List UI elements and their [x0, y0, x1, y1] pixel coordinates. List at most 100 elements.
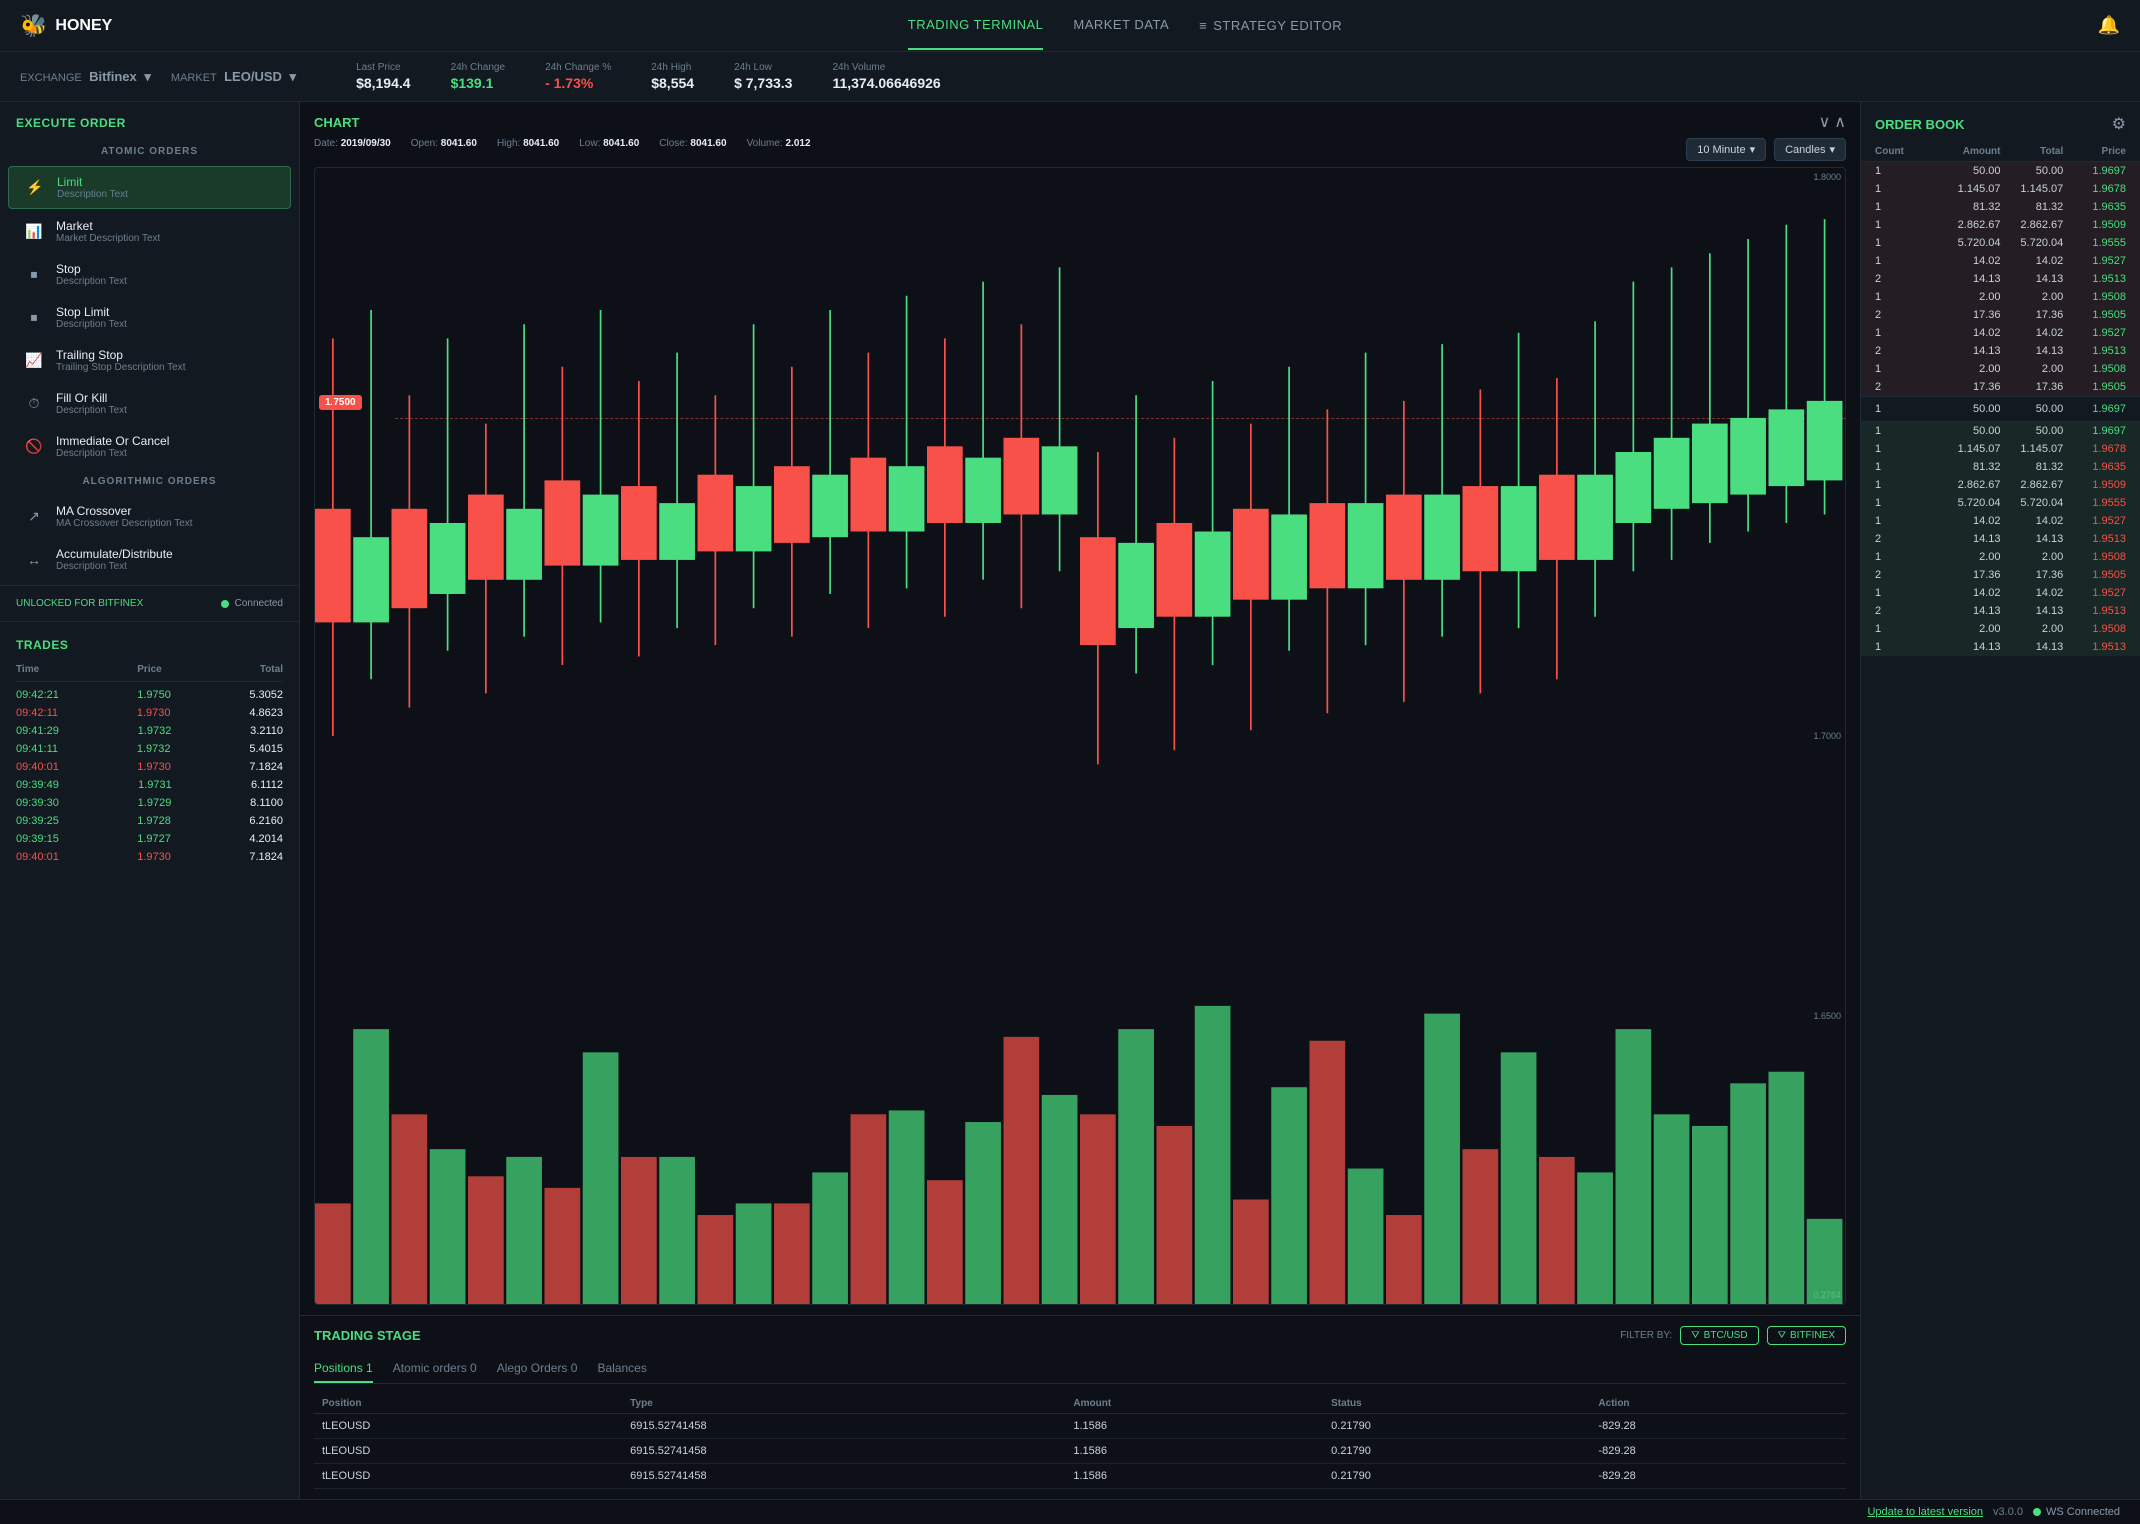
bell-icon[interactable]: 🔔	[2098, 15, 2120, 36]
center-panel: CHART ∨ ∧ Date: 2019/09/30 Open: 8041.60…	[300, 102, 1860, 1499]
accumulate-icon: ↔	[24, 550, 44, 570]
topnav: 🐝 HONEY TRADING TERMINAL MARKET DATA ≡ S…	[0, 0, 2140, 52]
order-stop-limit[interactable]: ⏹ Stop Limit Description Text	[8, 297, 291, 338]
ma-crossover-icon: ↗	[24, 507, 44, 527]
order-fill-or-kill[interactable]: ⏱ Fill Or Kill Description Text	[8, 383, 291, 424]
ws-dot	[2033, 1508, 2041, 1516]
version-label: v3.0.0	[1993, 1506, 2023, 1518]
chart-type-selector[interactable]: Candles ▾	[1774, 138, 1846, 161]
main-content: EXECUTE ORDER ATOMIC ORDERS ⚡ Limit Desc…	[0, 102, 2140, 1499]
orderbook-ask-row: 1 2.00 2.00 1.9508	[1861, 360, 2140, 378]
logo-icon: 🐝	[20, 13, 47, 39]
expand-icon[interactable]: ∧	[1834, 112, 1846, 132]
trades-section: TRADES Time Price Total 09:42:21 1.9750 …	[0, 626, 299, 874]
stage-header: TRADING STAGE FILTER BY: ⛛ BTC/USD ⛛ BIT…	[314, 1326, 1846, 1345]
order-limit[interactable]: ⚡ Limit Description Text	[8, 166, 291, 209]
stat-24h-high: 24h High $8,554	[651, 62, 694, 91]
trade-row: 09:41:29 1.9732 3.2110	[16, 722, 283, 740]
filter-btcusd-button[interactable]: ⛛ BTC/USD	[1680, 1326, 1758, 1345]
marketbar: EXCHANGE Bitfinex ▾ MARKET LEO/USD ▾ Las…	[0, 52, 2140, 102]
ohlc-volume-label: Volume: 2.012	[747, 138, 811, 161]
ioc-icon: 🚫	[24, 437, 44, 457]
logo: 🐝 HONEY	[20, 13, 112, 39]
trade-row: 09:40:01 1.9730 7.1824	[16, 848, 283, 866]
trailing-stop-icon: 📈	[24, 351, 44, 371]
stat-24h-low: 24h Low $ 7,733.3	[734, 62, 792, 91]
stat-last-price: Last Price $8,194.4	[356, 62, 411, 91]
table-row: tLEOUSD 6915.52741458 1.1586 0.21790 -82…	[314, 1439, 1846, 1464]
nav-links: TRADING TERMINAL MARKET DATA ≡ STRATEGY …	[152, 1, 2097, 50]
atomic-orders-title: ATOMIC ORDERS	[0, 138, 299, 165]
nav-strategy-editor[interactable]: ≡ STRATEGY EDITOR	[1199, 1, 1342, 50]
order-market[interactable]: 📊 Market Market Description Text	[8, 211, 291, 252]
ws-status: WS Connected	[2033, 1506, 2120, 1518]
orderbook-columns: Count Amount Total Price	[1861, 142, 2140, 162]
orderbook-bid-row: 1 14.02 14.02 1.9527	[1861, 512, 2140, 530]
tab-atomic-orders[interactable]: Atomic orders 0	[393, 1355, 477, 1383]
orderbook-ask-row: 1 2.00 2.00 1.9508	[1861, 288, 2140, 306]
orderbook-ask-row: 2 14.13 14.13 1.9513	[1861, 342, 2140, 360]
order-trailing-stop[interactable]: 📈 Trailing Stop Trailing Stop Descriptio…	[8, 340, 291, 381]
exchange-value[interactable]: Bitfinex ▾	[85, 69, 151, 84]
market-value[interactable]: LEO/USD ▾	[220, 69, 296, 84]
trades-title: TRADES	[16, 634, 283, 660]
trade-row: 09:39:49 1.9731 6.1112	[16, 776, 283, 794]
orderbook-ask-row: 1 1.145.07 1.145.07 1.9678	[1861, 180, 2140, 198]
chart-header: CHART ∨ ∧	[314, 112, 1846, 132]
trade-row: 09:39:25 1.9728 6.2160	[16, 812, 283, 830]
interval-selector[interactable]: 10 Minute ▾	[1686, 138, 1766, 161]
filter-bitfinex-button[interactable]: ⛛ BITFINEX	[1767, 1326, 1846, 1345]
orderbook-bid-row: 2 14.13 14.13 1.9513	[1861, 530, 2140, 548]
nav-market-data[interactable]: MARKET DATA	[1073, 1, 1169, 50]
orderbook-title: ORDER BOOK	[1875, 117, 1965, 132]
filter-by: FILTER BY: ⛛ BTC/USD ⛛ BITFINEX	[1620, 1326, 1846, 1345]
volume-chart	[315, 986, 1845, 1304]
strategy-icon: ≡	[1199, 18, 1207, 33]
tab-balances[interactable]: Balances	[597, 1355, 646, 1383]
divider-1	[0, 585, 299, 586]
orderbook-bid-row: 1 2.00 2.00 1.9508	[1861, 548, 2140, 566]
limit-icon: ⚡	[25, 178, 45, 198]
right-panel: ORDER BOOK ⚙ Count Amount Total Price 1 …	[1860, 102, 2140, 1499]
orderbook-rows: 1 50.00 50.00 1.9697 1 1.145.07 1.145.07…	[1861, 162, 2140, 1499]
order-immediate-or-cancel[interactable]: 🚫 Immediate Or Cancel Description Text	[8, 426, 291, 467]
app: 🐝 HONEY TRADING TERMINAL MARKET DATA ≡ S…	[0, 0, 2140, 1524]
orderbook-bid-row: 1 2.00 2.00 1.9508	[1861, 620, 2140, 638]
chart-section: CHART ∨ ∧ Date: 2019/09/30 Open: 8041.60…	[300, 102, 1860, 1316]
orderbook-bid-row: 1 14.02 14.02 1.9527	[1861, 584, 2140, 602]
fill-or-kill-icon: ⏱	[24, 394, 44, 414]
positions-table: Position Type Amount Status Action tLEOU…	[314, 1394, 1846, 1489]
ohlc-close-label: Close: 8041.60	[659, 138, 726, 161]
connection-status: Connected	[221, 598, 283, 609]
orderbook-ask-row: 1 14.02 14.02 1.9527	[1861, 252, 2140, 270]
stage-tabs: Positions 1 Atomic orders 0 Alego Orders…	[314, 1355, 1846, 1384]
trade-row: 09:39:30 1.9729 8.1100	[16, 794, 283, 812]
orderbook-separator: 1 50.00 50.00 1.9697	[1861, 396, 2140, 422]
orderbook-bid-row: 1 2.862.67 2.862.67 1.9509	[1861, 476, 2140, 494]
orderbook-ask-row: 1 50.00 50.00 1.9697	[1861, 162, 2140, 180]
trade-row: 09:42:21 1.9750 5.3052	[16, 686, 283, 704]
stage-title: TRADING STAGE	[314, 1328, 421, 1343]
orderbook-ask-row: 2 17.36 17.36 1.9505	[1861, 378, 2140, 396]
order-stop[interactable]: ⏹ Stop Description Text	[8, 254, 291, 295]
orderbook-ask-row: 1 81.32 81.32 1.9635	[1861, 198, 2140, 216]
orderbook-ask-row: 2 17.36 17.36 1.9505	[1861, 306, 2140, 324]
update-link[interactable]: Update to latest version	[1867, 1506, 1983, 1518]
order-ma-crossover[interactable]: ↗ MA Crossover MA Crossover Description …	[8, 496, 291, 537]
stop-icon: ⏹	[24, 265, 44, 285]
unlocked-bar: UNLOCKED FOR BITFINEX Connected	[0, 590, 299, 617]
collapse-icon[interactable]: ∨	[1819, 112, 1831, 132]
footer: Update to latest version v3.0.0 WS Conne…	[0, 1499, 2140, 1524]
execute-order-title: EXECUTE ORDER	[0, 102, 299, 138]
settings-icon[interactable]: ⚙	[2112, 114, 2126, 134]
tab-alego-orders[interactable]: Alego Orders 0	[497, 1355, 578, 1383]
order-accumulate-distribute[interactable]: ↔ Accumulate/Distribute Description Text	[8, 539, 291, 580]
orderbook-bid-row: 1 14.13 14.13 1.9513	[1861, 638, 2140, 656]
orderbook-header: ORDER BOOK ⚙	[1861, 102, 2140, 142]
nav-trading-terminal[interactable]: TRADING TERMINAL	[908, 1, 1044, 50]
orderbook-bid-row: 1 5.720.04 5.720.04 1.9555	[1861, 494, 2140, 512]
chart-ohlc: Date: 2019/09/30 Open: 8041.60 High: 804…	[314, 138, 1846, 161]
ohlc-low-label: Low: 8041.60	[579, 138, 639, 161]
tab-positions[interactable]: Positions 1	[314, 1355, 373, 1383]
chart-title: CHART	[314, 115, 360, 130]
